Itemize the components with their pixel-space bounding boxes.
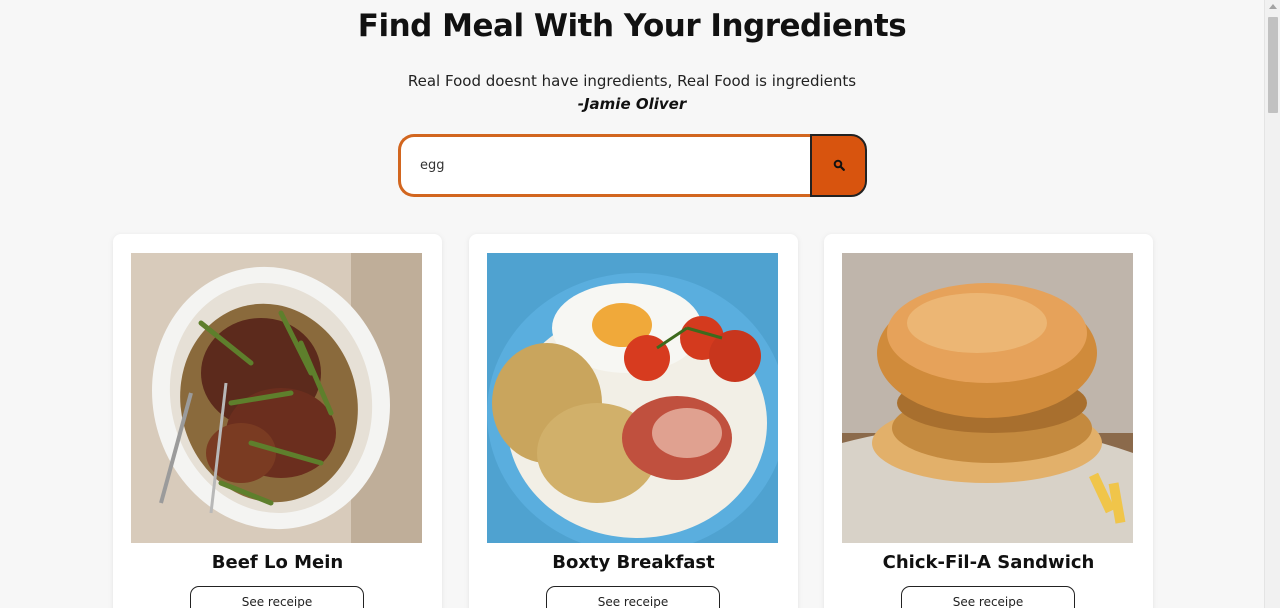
meal-card: Chick-Fil-A Sandwich See receipe: [824, 234, 1153, 608]
meal-image[interactable]: [842, 253, 1133, 543]
page-title: Find Meal With Your Ingredients: [357, 8, 907, 44]
meal-card: Beef Lo Mein See receipe: [113, 234, 442, 608]
meal-title: Beef Lo Mein: [211, 552, 344, 573]
meal-image[interactable]: [487, 253, 778, 543]
meal-image[interactable]: [131, 253, 422, 543]
meal-card: Boxty Breakfast See receipe: [469, 234, 798, 608]
search-icon: [833, 156, 845, 175]
scroll-thumb[interactable]: [1268, 17, 1278, 113]
quote-text: Real Food doesnt have ingredients, Real …: [407, 72, 857, 90]
search-button[interactable]: [810, 134, 867, 197]
scroll-up-icon[interactable]: [1269, 4, 1277, 9]
meal-title: Chick-Fil-A Sandwich: [882, 552, 1095, 573]
scrollbar[interactable]: [1264, 0, 1280, 608]
see-recipe-button[interactable]: See receipe: [546, 586, 720, 608]
quote-author: -Jamie Oliver: [577, 95, 687, 113]
meal-title: Boxty Breakfast: [552, 552, 715, 573]
search-input[interactable]: [398, 134, 816, 197]
see-recipe-button[interactable]: See receipe: [901, 586, 1075, 608]
page: Find Meal With Your Ingredients Real Foo…: [0, 0, 1264, 608]
search-bar: [398, 134, 868, 197]
see-recipe-button[interactable]: See receipe: [190, 586, 364, 608]
